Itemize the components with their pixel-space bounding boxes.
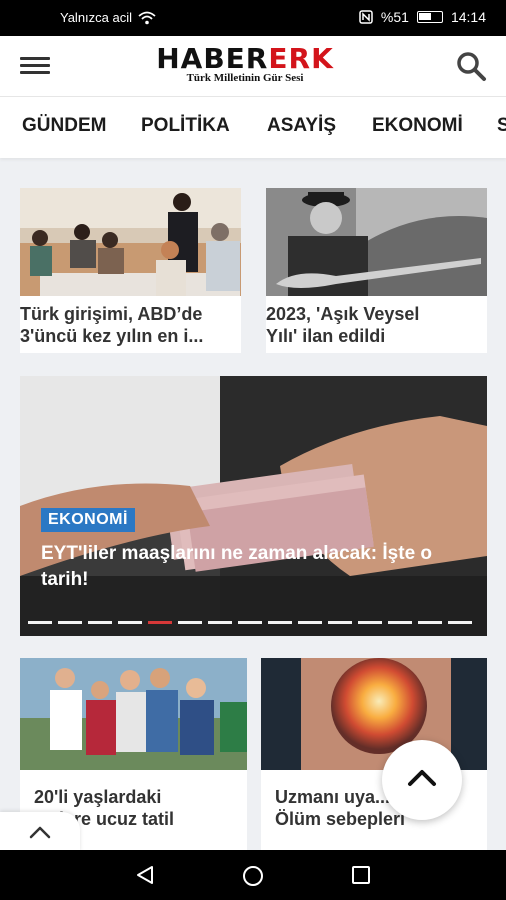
slider-dot[interactable] — [328, 621, 352, 624]
home-circle-icon[interactable] — [241, 864, 265, 888]
news-card[interactable]: 2023, 'Aşık Veysel Yılı' ilan edildi — [266, 188, 487, 353]
slider-dots — [28, 621, 472, 624]
category-badge[interactable]: EKONOMİ — [41, 508, 135, 532]
hero-image-money — [20, 376, 487, 636]
slider-dot[interactable] — [88, 621, 112, 624]
news-image-veysel — [266, 188, 487, 296]
news-image-youth — [20, 658, 247, 770]
slider-dot[interactable] — [58, 621, 82, 624]
slider-dot[interactable] — [178, 621, 202, 624]
tab-asayis[interactable]: ASAYİŞ — [267, 115, 336, 137]
battery-icon — [416, 11, 443, 23]
logo-part-1: HABER — [156, 42, 269, 75]
battery-percent: %51 — [380, 9, 409, 25]
news-card[interactable]: Türk girişimi, ABD’de 3'üncü kez yılın e… — [20, 188, 241, 353]
hamburger-icon[interactable] — [20, 53, 50, 77]
tab-politika[interactable]: POLİTİKA — [141, 115, 230, 137]
news-title-line: Türk girişimi, ABD’de — [20, 304, 203, 324]
slider-dot[interactable] — [208, 621, 232, 624]
chevron-up-icon — [408, 770, 436, 786]
site-logo[interactable]: HABERERK Türk Milletinin Gür Sesi — [150, 42, 340, 85]
chevron-up-icon — [29, 826, 51, 839]
slider-dot[interactable] — [118, 621, 142, 624]
category-tabs: GÜNDEM POLİTİKA ASAYİŞ EKONOMİ S — [0, 96, 506, 158]
news-title: 2023, 'Aşık Veysel Yılı' ilan edildi — [266, 303, 487, 347]
slider-dot[interactable] — [388, 621, 412, 624]
slider-dot-active[interactable] — [148, 621, 172, 624]
news-title-line: 20'li yaşlardaki — [34, 787, 162, 807]
status-right: %51 14:14 — [359, 9, 486, 25]
news-title: Türk girişimi, ABD’de 3'üncü kez yılın e… — [20, 303, 241, 347]
slider-dot[interactable] — [448, 621, 472, 624]
system-nav-bar — [0, 850, 506, 900]
tab-gundem[interactable]: GÜNDEM — [22, 115, 106, 137]
slider-dot[interactable] — [238, 621, 262, 624]
slider-dot[interactable] — [28, 621, 52, 624]
clock: 14:14 — [450, 9, 486, 25]
wifi-icon — [138, 11, 156, 24]
tab-ekonomi[interactable]: EKONOMİ — [372, 115, 463, 137]
news-image-meeting — [20, 188, 241, 296]
status-bar: Yalnızca acil %51 14:14 — [0, 0, 506, 36]
hero-slider[interactable]: EKONOMİ EYT'liler maaşlarını ne zaman al… — [20, 376, 487, 636]
news-title-line: Yılı' ilan edildi — [266, 326, 386, 346]
news-title-line: 2023, 'Aşık Veysel — [266, 304, 420, 324]
slider-dot[interactable] — [418, 621, 442, 624]
slider-dot[interactable] — [298, 621, 322, 624]
search-icon[interactable] — [454, 49, 488, 83]
tab-next[interactable]: S — [497, 115, 506, 137]
back-triangle-icon[interactable] — [133, 864, 157, 886]
news-title-line: 3'üncü kez yılın en i... — [20, 326, 204, 346]
slider-dot[interactable] — [358, 621, 382, 624]
logo-part-2: ERK — [268, 42, 334, 75]
app-header: HABERERK Türk Milletinin Gür Sesi — [0, 36, 506, 96]
nfc-icon — [359, 10, 373, 24]
hero-title: EYT'liler maaşlarını ne zaman alacak: İş… — [41, 543, 433, 590]
carrier-label: Yalnızca acil — [60, 10, 133, 25]
scroll-top-button[interactable] — [382, 740, 462, 820]
bottom-sheet-handle[interactable] — [0, 812, 80, 852]
status-left: Yalnızca acil — [60, 10, 156, 25]
recents-square-icon[interactable] — [350, 864, 372, 886]
slider-dot[interactable] — [268, 621, 292, 624]
